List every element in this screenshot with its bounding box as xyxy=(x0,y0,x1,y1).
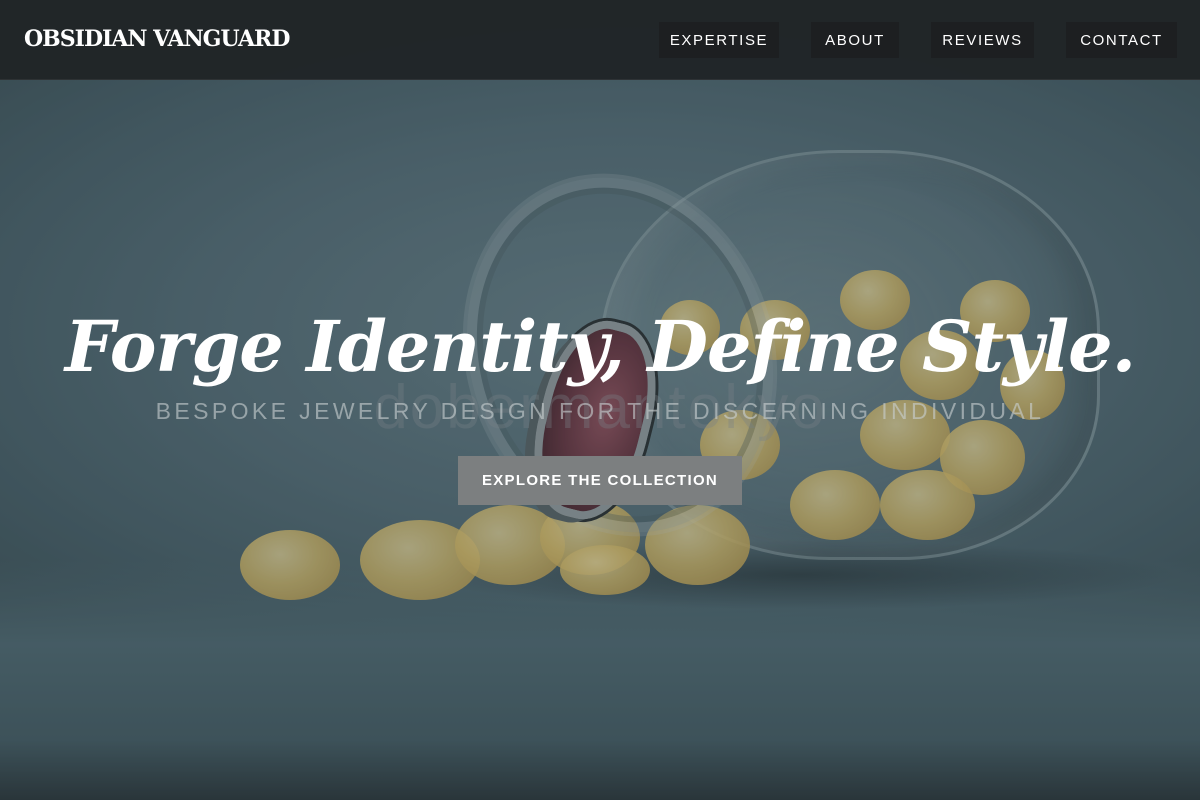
nav-reviews-button[interactable]: REVIEWS xyxy=(931,22,1034,58)
nav-expertise-button[interactable]: EXPERTISE xyxy=(659,22,779,58)
nav-about-button[interactable]: ABOUT xyxy=(811,22,899,58)
nav-contact-button[interactable]: CONTACT xyxy=(1066,22,1177,58)
top-navbar: OBSIDIAN VANGUARD EXPERTISE ABOUT REVIEW… xyxy=(0,0,1200,80)
brand-logo[interactable]: OBSIDIAN VANGUARD xyxy=(24,26,290,52)
hero-headline: Forge Identity, Define Style. xyxy=(64,305,1136,388)
hero-subheadline: BESPOKE JEWELRY DESIGN FOR THE DISCERNIN… xyxy=(155,398,1045,424)
explore-collection-button[interactable]: EXPLORE THE COLLECTION xyxy=(458,456,742,505)
